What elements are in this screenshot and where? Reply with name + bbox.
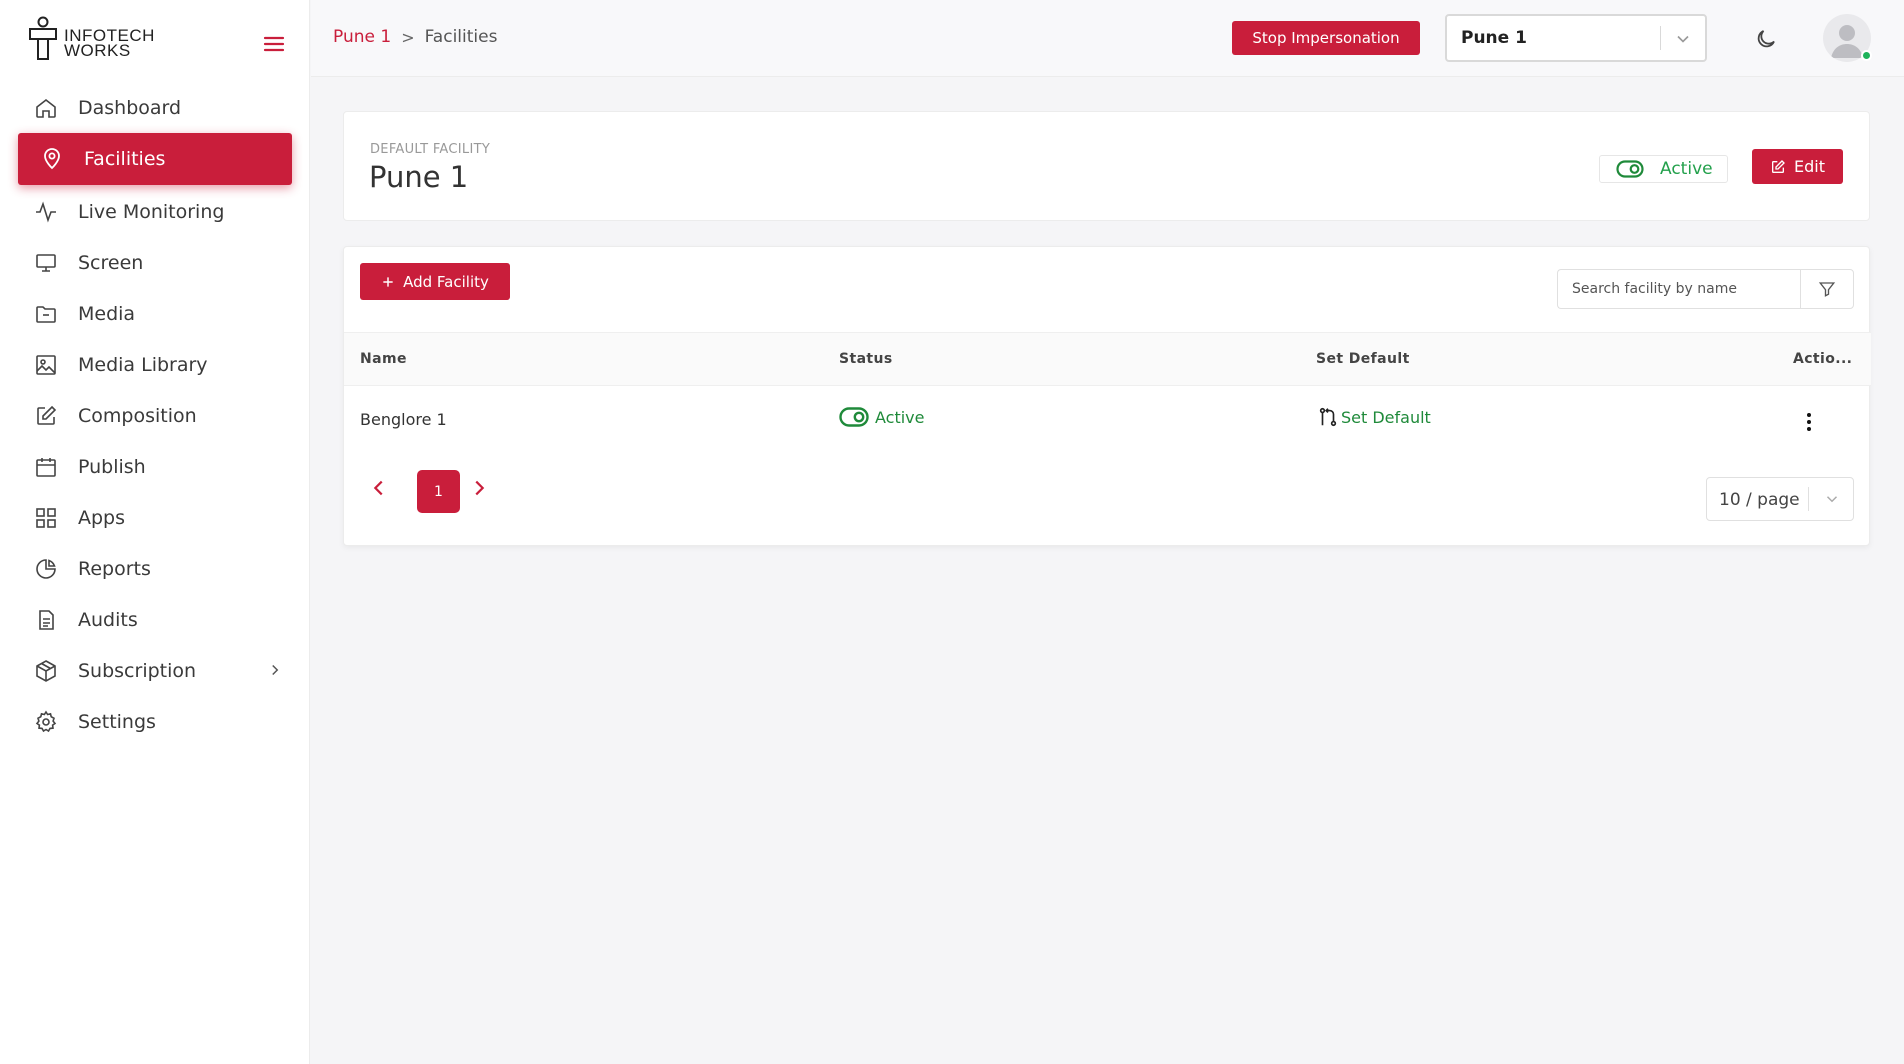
sidebar-item-publish[interactable]: Publish	[18, 441, 292, 492]
toggle-on-icon	[839, 407, 869, 427]
monitor-icon	[36, 253, 56, 272]
table-header: Name Status Set Default Actio...	[344, 332, 1871, 386]
column-header-actions[interactable]: Actio...	[1793, 351, 1852, 367]
sidebar-item-label: Settings	[78, 710, 156, 733]
facility-select[interactable]: Pune 1	[1445, 14, 1707, 62]
sidebar-item-dashboard[interactable]: Dashboard	[18, 82, 292, 133]
sidebar-item-label: Dashboard	[78, 96, 182, 119]
sidebar-item-screen[interactable]: Screen	[18, 237, 292, 288]
brand-logo[interactable]: INFOTECH WORKS	[28, 16, 155, 62]
facility-select-value: Pune 1	[1461, 28, 1527, 48]
toggle-on-icon	[1616, 160, 1644, 178]
sidebar-item-label: Audits	[78, 608, 138, 631]
default-facility-card: DEFAULT FACILITY Pune 1 Active Edit	[343, 111, 1870, 221]
breadcrumb-link-pune[interactable]: Pune 1	[333, 27, 391, 47]
pulse-icon	[36, 201, 56, 222]
merge-branch-icon	[1319, 407, 1337, 427]
edit-button[interactable]: Edit	[1752, 149, 1843, 184]
more-vertical-icon[interactable]	[1797, 410, 1821, 434]
table-row: Benglore 1 Active Set Default	[344, 386, 1871, 452]
breadcrumb: Pune 1 > Facilities	[333, 27, 497, 47]
status-text: Active	[1660, 159, 1713, 179]
page-size-value: 10 / page	[1719, 490, 1800, 510]
breadcrumb-current: Facilities	[424, 27, 498, 47]
pie-chart-icon	[36, 558, 56, 579]
document-icon	[39, 609, 54, 630]
grid-icon	[36, 507, 56, 528]
default-facility-label: DEFAULT FACILITY	[370, 142, 491, 157]
search-facility-input[interactable]	[1557, 269, 1800, 309]
stop-impersonation-button[interactable]: Stop Impersonation	[1232, 21, 1420, 55]
set-default-link: Set Default	[1341, 407, 1431, 427]
sidebar-item-media-library[interactable]: Media Library	[18, 339, 292, 390]
sidebar-item-apps[interactable]: Apps	[18, 492, 292, 543]
online-status-dot	[1861, 50, 1872, 61]
filter-icon	[1818, 282, 1836, 297]
default-facility-name: Pune 1	[369, 160, 469, 194]
previous-page-icon[interactable]	[368, 477, 390, 499]
column-header-status[interactable]: Status	[839, 351, 893, 367]
brand-line-2: WORKS	[64, 41, 131, 60]
set-default-action[interactable]: Set Default	[1317, 406, 1431, 428]
filter-button[interactable]	[1800, 269, 1854, 309]
folder-icon	[36, 305, 56, 323]
add-facility-button[interactable]: Add Facility	[360, 263, 510, 300]
sidebar-item-label: Live Monitoring	[78, 200, 225, 223]
dark-mode-moon-icon[interactable]	[1754, 27, 1778, 51]
image-icon	[36, 354, 56, 375]
select-divider	[1808, 487, 1809, 511]
sidebar-item-label: Subscription	[78, 659, 197, 682]
column-header-name[interactable]: Name	[360, 351, 407, 367]
plus-icon	[383, 276, 393, 287]
sidebar-item-composition[interactable]: Composition	[18, 390, 292, 441]
chevron-right-icon[interactable]	[266, 661, 284, 679]
column-header-set-default[interactable]: Set Default	[1316, 351, 1410, 367]
gear-icon	[35, 710, 57, 732]
breadcrumb-separator: >	[401, 27, 415, 47]
page-number-button[interactable]: 1	[417, 470, 460, 513]
default-facility-status[interactable]: Active	[1599, 155, 1728, 183]
select-divider	[1660, 26, 1661, 50]
edit-icon	[1772, 159, 1785, 173]
sidebar-item-facilities[interactable]: Facilities	[18, 133, 292, 185]
facilities-table-card: Add Facility Name Status Set Default Act…	[343, 246, 1871, 546]
top-header: Pune 1 > Facilities Stop Impersonation P…	[311, 0, 1904, 77]
sidebar-nav: Dashboard Facilities Live Monitoring Scr…	[18, 82, 292, 747]
sidebar-item-label: Composition	[78, 404, 197, 427]
sidebar-item-live-monitoring[interactable]: Live Monitoring	[18, 186, 292, 237]
edit-button-label: Edit	[1794, 157, 1825, 176]
sidebar-item-media[interactable]: Media	[18, 288, 292, 339]
sidebar-item-label: Publish	[78, 455, 146, 478]
sidebar: INFOTECH WORKS Dashboard Facilities Live…	[0, 0, 310, 1064]
next-page-icon[interactable]	[468, 477, 490, 499]
page-size-select[interactable]: 10 / page	[1706, 477, 1854, 521]
edit-icon	[37, 405, 57, 425]
chevron-down-icon	[1826, 496, 1838, 503]
sidebar-item-label: Apps	[78, 506, 126, 529]
facility-name-cell: Benglore 1	[360, 410, 447, 429]
sidebar-item-label: Facilities	[84, 148, 166, 170]
facility-status-cell[interactable]: Active	[839, 407, 925, 427]
add-facility-label: Add Facility	[403, 272, 489, 291]
sidebar-item-subscription[interactable]: Subscription	[18, 645, 292, 696]
sidebar-item-settings[interactable]: Settings	[18, 696, 292, 747]
location-pin-icon	[44, 148, 60, 170]
facility-status-text: Active	[875, 407, 925, 427]
hamburger-menu-icon[interactable]	[262, 32, 286, 56]
calendar-icon	[36, 457, 56, 477]
sidebar-item-reports[interactable]: Reports	[18, 543, 292, 594]
logo-mark-icon	[29, 16, 57, 60]
home-icon	[36, 98, 56, 118]
sidebar-item-label: Reports	[78, 557, 151, 580]
sidebar-item-label: Screen	[78, 251, 144, 274]
sidebar-item-audits[interactable]: Audits	[18, 594, 292, 645]
sidebar-item-label: Media Library	[78, 353, 208, 376]
package-icon	[36, 659, 56, 682]
chevron-down-icon	[1677, 35, 1689, 43]
sidebar-item-label: Media	[78, 302, 136, 325]
